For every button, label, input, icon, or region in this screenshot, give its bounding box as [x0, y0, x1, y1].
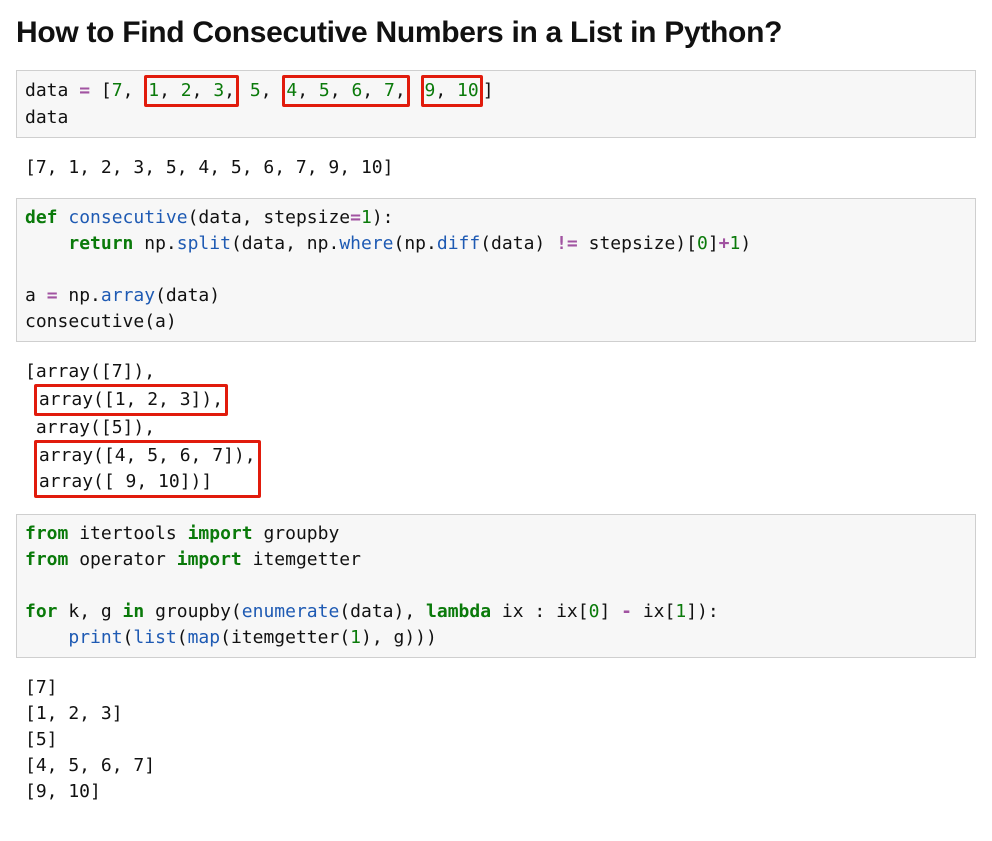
number: 1 [350, 627, 361, 648]
output-cell-1: [7, 1, 2, 3, 5, 4, 5, 6, 7, 9, 10] [16, 148, 976, 188]
code-text: consecutive(a) [25, 311, 177, 332]
number: 0 [697, 233, 708, 254]
function-name: print [68, 627, 122, 648]
code-text: operator [68, 549, 176, 570]
number: 5 [319, 80, 330, 101]
number: 3 [213, 80, 224, 101]
number: 6 [351, 80, 362, 101]
code-text: itemgetter [242, 549, 361, 570]
operator-neq: != [556, 233, 578, 254]
output-cell-2: [array([7]), array([1, 2, 3]), array([5]… [16, 352, 976, 504]
number: 7 [112, 80, 123, 101]
code-cell-1: data = [7, 1, 2, 3, 5, 4, 5, 6, 7, 9, 10… [16, 70, 976, 138]
number: 2 [181, 80, 192, 101]
page-title: How to Find Consecutive Numbers in a Lis… [16, 16, 976, 50]
number: 1 [148, 80, 159, 101]
code-text: k, g [58, 601, 123, 622]
indent [25, 627, 68, 648]
code-cell-3: from itertools import groupby from opera… [16, 514, 976, 658]
code-text: ), g))) [361, 627, 437, 648]
keyword-lambda: lambda [426, 601, 491, 622]
highlight-box-2: 4, 5, 6, 7, [282, 75, 409, 107]
code-text: [ [90, 80, 112, 101]
operator-minus: - [621, 601, 632, 622]
code-text: ( [123, 627, 134, 648]
output-line: array([ 9, 10])] [39, 471, 212, 492]
operator-plus: + [719, 233, 730, 254]
number: 1 [730, 233, 741, 254]
code-text: ]): [686, 601, 719, 622]
keyword-return: return [68, 233, 133, 254]
code-text: ): [372, 207, 394, 228]
highlight-box-output-1: array([1, 2, 3]), [34, 384, 228, 416]
keyword-import: import [177, 549, 242, 570]
code-text: data [25, 107, 68, 128]
code-text: groupby( [144, 601, 242, 622]
number: 1 [675, 601, 686, 622]
code-text: (data) [155, 285, 220, 306]
code-text: np. [133, 233, 176, 254]
code-text: stepsize)[ [578, 233, 697, 254]
code-text: ) [740, 233, 751, 254]
keyword-from: from [25, 523, 68, 544]
function-name: map [188, 627, 221, 648]
keyword-in: in [123, 601, 145, 622]
operator-equals: = [79, 80, 90, 101]
code-text: (np. [394, 233, 437, 254]
code-text: (itemgetter( [220, 627, 350, 648]
code-cell-2: def consecutive(data, stepsize=1): retur… [16, 198, 976, 342]
function-name: where [339, 233, 393, 254]
code-text: ix[ [632, 601, 675, 622]
number: 1 [361, 207, 372, 228]
code-text: (data, np. [231, 233, 339, 254]
code-text: (data, stepsize [188, 207, 351, 228]
number: 7 [384, 80, 395, 101]
highlight-box-3: 9, 10 [421, 75, 483, 107]
code-text: , [123, 80, 145, 101]
function-name: consecutive [68, 207, 187, 228]
number: 4 [286, 80, 297, 101]
function-name: array [101, 285, 155, 306]
highlight-box-1: 1, 2, 3, [144, 75, 239, 107]
output-line: array([4, 5, 6, 7]), [39, 445, 256, 466]
code-text: data [25, 80, 79, 101]
output-line: array([5]), [25, 417, 155, 438]
code-text: ( [177, 627, 188, 648]
number: 10 [457, 80, 479, 101]
code-text: (data) [480, 233, 556, 254]
output-cell-3: [7] [1, 2, 3] [5] [4, 5, 6, 7] [9, 10] [16, 668, 976, 812]
code-text: groupby [253, 523, 340, 544]
code-text: ix : ix[ [491, 601, 589, 622]
operator-equals: = [47, 285, 58, 306]
keyword-for: for [25, 601, 58, 622]
number: 0 [589, 601, 600, 622]
code-text: ] [599, 601, 621, 622]
indent [25, 233, 68, 254]
code-text: ] [483, 80, 494, 101]
function-name: list [133, 627, 176, 648]
keyword-from: from [25, 549, 68, 570]
operator-equals: = [350, 207, 361, 228]
code-text: (data), [339, 601, 426, 622]
function-name: diff [437, 233, 480, 254]
function-name: enumerate [242, 601, 340, 622]
code-text: ] [708, 233, 719, 254]
output-line: [array([7]), [25, 361, 155, 382]
code-text: itertools [68, 523, 187, 544]
keyword-def: def [25, 207, 58, 228]
code-text: a [25, 285, 47, 306]
number: 9 [425, 80, 436, 101]
code-text: np. [58, 285, 101, 306]
highlight-box-output-2: array([4, 5, 6, 7]), array([ 9, 10])] [34, 440, 261, 498]
number: 5 [250, 80, 261, 101]
keyword-import: import [188, 523, 253, 544]
function-name: split [177, 233, 231, 254]
